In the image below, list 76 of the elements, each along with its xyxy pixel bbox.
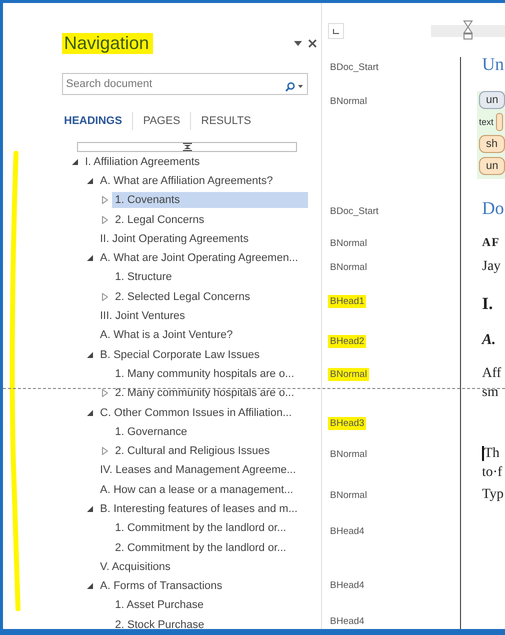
document-text: to·f [482,464,504,482]
heading-item[interactable]: III. Joint Ventures [97,308,308,324]
style-name: BNormal [328,368,369,381]
tag-label: text [479,117,494,127]
collapse-icon[interactable] [182,143,192,151]
heading-item[interactable]: B. Special Corporate Law Issues [97,346,308,363]
document-text: I. [482,294,494,313]
tab[interactable]: PAGES [133,115,190,127]
document-text: Aff [482,365,502,383]
heading-item[interactable]: A. How can a lease or a management... [97,482,308,498]
collapsed-arrow-icon[interactable] [102,389,108,398]
dropdown-icon[interactable] [294,41,302,46]
collapsed-arrow-icon[interactable] [102,216,108,224]
tab[interactable]: RESULTS [191,115,262,127]
document-text: sm [482,384,500,402]
heading-item[interactable]: I. Affiliation Agreements [82,154,308,170]
heading-item[interactable]: 1. Covenants [112,192,308,208]
close-icon[interactable] [308,39,317,48]
style-name: BDoc_Start [329,61,380,74]
heading-item[interactable]: A. What is a Joint Venture? [97,327,308,344]
style-name: BNormal [329,237,368,250]
style-name: BNormal [329,489,368,502]
style-name: BHead4 [329,525,366,538]
heading-item[interactable]: C. Other Common Issues in Affiliation... [97,404,308,420]
heading-item[interactable]: 1. Asset Purchase [112,597,308,614]
heading-item[interactable]: A. Forms of Transactions [97,578,308,594]
tab[interactable]: HEADINGS [62,115,132,127]
collapsed-arrow-icon[interactable] [102,292,108,301]
document-text: AF [482,234,501,251]
content-tag: un [479,157,505,175]
content-tag: un [479,91,505,109]
heading-item[interactable]: IV. Leases and Management Agreeme... [97,462,308,478]
document-text: Un [482,57,505,74]
tab-selector-icon[interactable] [328,23,344,39]
style-name: BHead2 [328,335,366,348]
heading-item[interactable]: A. What are Affiliation Agreements? [97,172,308,189]
heading-item[interactable]: 2. Cultural and Religious Issues [112,443,308,460]
heading-item[interactable]: 1. Many community hospitals are o... [112,366,308,382]
heading-item[interactable]: 1. Governance [112,424,308,440]
expanded-arrow-icon[interactable] [87,583,93,590]
style-name: BNormal [329,448,368,461]
expanded-arrow-icon[interactable] [87,506,93,512]
expanded-arrow-icon[interactable] [72,158,78,165]
document-text: Th [482,445,501,463]
heading-item[interactable]: 2. Legal Concerns [112,212,308,228]
content-tag: sh [479,135,505,153]
style-name: BHead3 [328,417,366,430]
document-text: Typ [482,486,505,504]
style-name: BNormal [329,95,368,108]
heading-item[interactable]: 2. Selected Legal Concerns [112,288,308,305]
expanded-arrow-icon[interactable] [87,178,93,184]
pane-title: Navigation [62,33,154,54]
document-text: Jay [482,258,502,276]
style-name: BHead4 [329,579,366,592]
heading-item[interactable]: V. Acquisitions [97,558,308,575]
heading-item[interactable]: 2. Commitment by the landlord or... [112,540,308,556]
style-name: BHead4 [329,615,366,628]
heading-item[interactable]: II. Joint Operating Agreements [97,230,308,247]
collapsed-arrow-icon[interactable] [102,447,108,456]
heading-item[interactable]: 2. Many community hospitals are o... [112,385,308,402]
expanded-arrow-icon[interactable] [87,255,93,262]
document-text: Do [482,201,505,218]
style-name: BDoc_Start [329,205,380,218]
heading-item[interactable]: 1. Structure [112,269,308,286]
heading-item[interactable]: B. Interesting features of leases and m... [97,500,308,517]
expanded-arrow-icon[interactable] [87,352,93,358]
heading-item[interactable]: 2. Stock Purchase [112,616,308,629]
search-field[interactable]: Search document [62,73,308,95]
expanded-arrow-icon[interactable] [87,410,93,416]
document-text: A. [482,331,497,350]
style-name: BHead1 [328,295,366,308]
collapsed-arrow-icon[interactable] [102,196,108,204]
style-name: BNormal [329,261,368,274]
indent-marker-icon[interactable] [463,20,473,40]
heading-item[interactable]: A. What are Joint Operating Agreemen... [97,250,308,266]
heading-item[interactable]: 1. Commitment by the landlord or... [112,520,308,536]
